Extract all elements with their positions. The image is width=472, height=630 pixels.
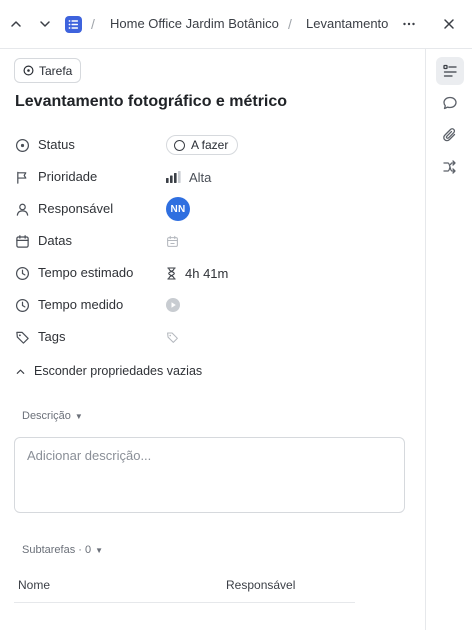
description-label: Descrição bbox=[22, 410, 71, 422]
assignee-value-wrap: NN bbox=[166, 197, 190, 221]
avatar[interactable]: NN bbox=[166, 197, 190, 221]
chevron-down-icon[interactable] bbox=[36, 15, 54, 33]
close-icon[interactable] bbox=[440, 15, 458, 33]
hourglass-icon bbox=[167, 266, 176, 280]
property-dates: Datas bbox=[0, 229, 425, 253]
priority-value: Alta bbox=[189, 169, 212, 185]
task-title[interactable]: Levantamento fotográfico e métrico bbox=[15, 93, 287, 111]
priority-label: Prioridade bbox=[38, 169, 98, 184]
property-assignee: Responsável NN bbox=[0, 197, 425, 221]
relationship-icon[interactable] bbox=[436, 153, 464, 181]
caret-down-icon: ▼ bbox=[74, 411, 83, 421]
property-tags: Tags bbox=[0, 325, 425, 349]
details-icon[interactable] bbox=[436, 57, 464, 85]
time-tracked-value-wrap bbox=[166, 293, 180, 317]
description-header[interactable]: Descrição ▼ bbox=[22, 410, 83, 422]
status-icon bbox=[14, 137, 30, 153]
priority-bars-icon bbox=[166, 171, 181, 183]
table-divider bbox=[14, 602, 355, 603]
calendar-icon bbox=[14, 233, 30, 249]
breadcrumb-separator: / bbox=[91, 16, 95, 32]
status-value: A fazer bbox=[191, 138, 229, 152]
attachment-icon[interactable] bbox=[436, 121, 464, 149]
time-tracked-label: Tempo medido bbox=[38, 297, 124, 312]
tag-icon bbox=[14, 329, 30, 345]
tag-empty-icon bbox=[167, 332, 178, 343]
clock-icon bbox=[14, 265, 30, 281]
hide-empty-properties-label: Esconder propriedades vazias bbox=[34, 364, 203, 378]
dates-value-wrap[interactable] bbox=[166, 229, 179, 253]
chevron-up-icon[interactable] bbox=[7, 15, 25, 33]
caret-down-icon: ▼ bbox=[95, 545, 104, 555]
flag-icon bbox=[14, 169, 30, 185]
tags-label: Tags bbox=[38, 329, 66, 344]
breadcrumb-space[interactable]: Home Office Jardim Botânico bbox=[110, 16, 279, 31]
status-pill[interactable]: A fazer bbox=[166, 135, 239, 155]
priority-value-wrap[interactable]: Alta bbox=[166, 165, 211, 189]
status-circle-icon bbox=[174, 139, 185, 151]
status-value-wrap: A fazer bbox=[166, 133, 239, 157]
subtasks-label: Subtarefas · 0 bbox=[22, 544, 92, 556]
chevron-up-icon bbox=[16, 369, 25, 374]
calendar-empty-icon bbox=[167, 235, 178, 247]
play-icon[interactable] bbox=[166, 298, 180, 312]
property-priority: Prioridade Alta bbox=[0, 165, 425, 189]
person-icon bbox=[14, 201, 30, 217]
property-status: Status A fazer bbox=[0, 133, 425, 157]
column-header-assignee[interactable]: Responsável bbox=[226, 578, 295, 592]
time-estimate-label: Tempo estimado bbox=[38, 265, 134, 280]
more-options-icon[interactable] bbox=[400, 15, 418, 33]
side-rail bbox=[425, 49, 472, 630]
description-box[interactable] bbox=[14, 437, 405, 513]
comment-icon[interactable] bbox=[436, 89, 464, 117]
task-type-icon bbox=[23, 65, 34, 76]
subtasks-header[interactable]: Subtarefas · 0 ▼ bbox=[22, 544, 103, 556]
breadcrumb-list[interactable]: Levantamento bbox=[306, 16, 388, 31]
task-type-label: Tarefa bbox=[39, 63, 73, 78]
dates-label: Datas bbox=[38, 233, 72, 248]
column-header-name[interactable]: Nome bbox=[18, 578, 50, 592]
property-time-tracked: Tempo medido bbox=[0, 293, 425, 317]
hide-empty-properties-toggle[interactable]: Esconder propriedades vazias bbox=[15, 362, 202, 380]
status-label: Status bbox=[38, 137, 75, 152]
clock-icon bbox=[14, 297, 30, 313]
time-estimate-value-wrap[interactable]: 4h 41m bbox=[166, 261, 228, 285]
tags-value-wrap[interactable] bbox=[166, 325, 179, 349]
task-type-chip[interactable]: Tarefa bbox=[14, 58, 82, 83]
assignee-label: Responsável bbox=[38, 201, 114, 216]
property-time-estimate: Tempo estimado 4h 41m bbox=[0, 261, 425, 285]
time-estimate-value: 4h 41m bbox=[185, 265, 229, 281]
breadcrumb-separator: / bbox=[288, 16, 292, 32]
description-input[interactable] bbox=[27, 448, 387, 463]
list-icon[interactable] bbox=[65, 16, 82, 33]
top-bar: / Home Office Jardim Botânico / Levantam… bbox=[0, 0, 472, 49]
